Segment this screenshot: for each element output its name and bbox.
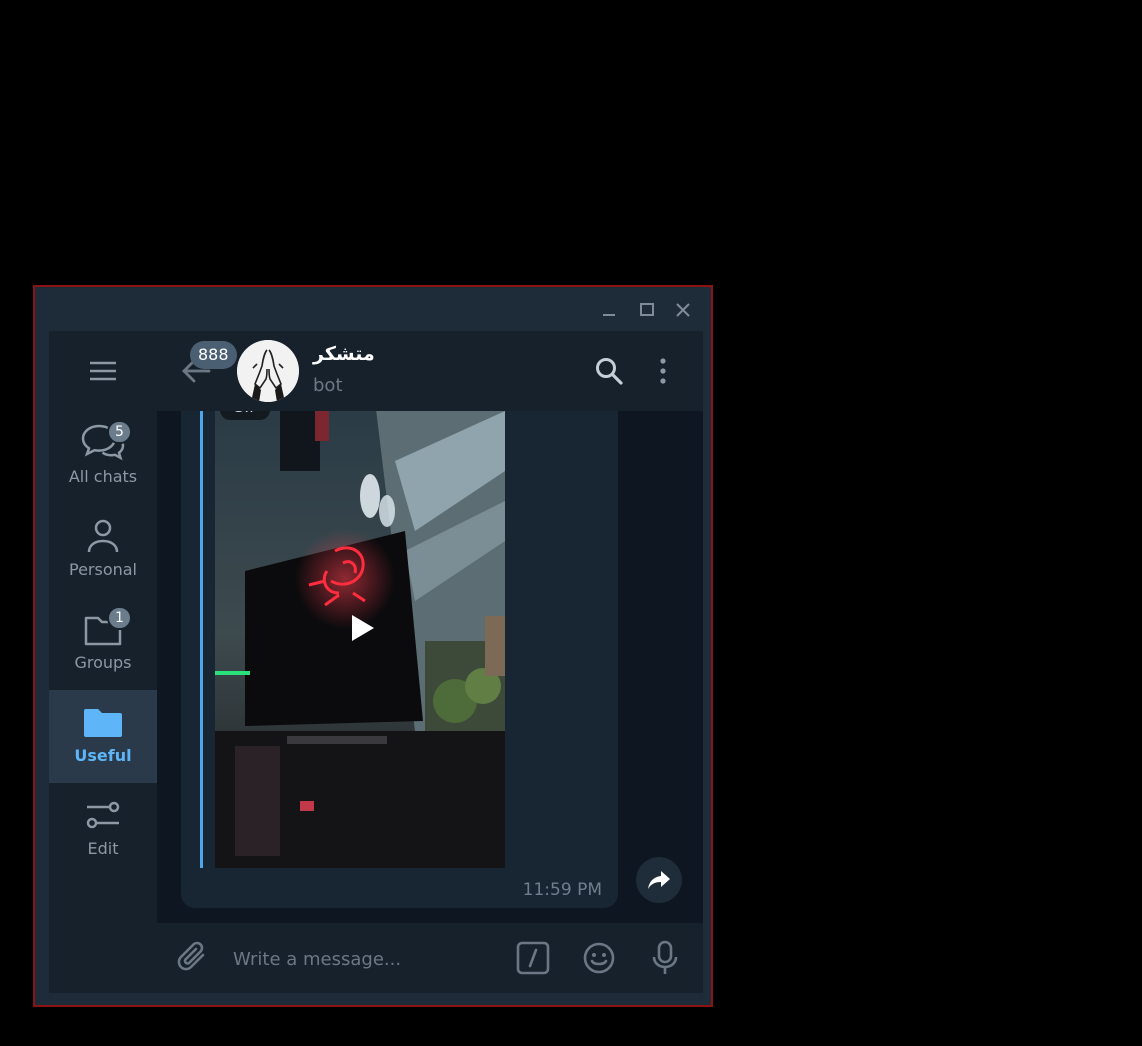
message-input[interactable] <box>231 941 495 977</box>
chat-subtitle: bot <box>313 375 343 396</box>
maximize-icon[interactable] <box>637 301 657 319</box>
folder-filled-icon <box>49 702 157 742</box>
microphone-icon[interactable] <box>645 938 685 978</box>
folder-label: Personal <box>68 560 137 579</box>
folder-label: All chats <box>68 467 138 486</box>
gif-media[interactable]: GIF <box>215 411 505 868</box>
telegram-app: 5 All chats Personal 1 Groups Useful Edi… <box>49 331 703 993</box>
unread-badge: 5 <box>107 420 132 444</box>
avatar[interactable] <box>237 340 299 402</box>
chats-icon <box>49 423 157 463</box>
quote-bar <box>200 411 203 868</box>
close-icon[interactable] <box>673 301 693 319</box>
app-window: 5 All chats Personal 1 Groups Useful Edi… <box>33 285 713 1007</box>
praying-hands-icon <box>237 340 299 402</box>
folder-edit[interactable]: Edit <box>49 783 157 876</box>
hamburger-icon[interactable] <box>49 331 157 411</box>
bot-commands-icon[interactable] <box>513 938 553 978</box>
message-time: 11:59 PM <box>522 880 602 900</box>
more-options-icon[interactable] <box>645 353 681 389</box>
emoji-icon[interactable] <box>579 938 619 978</box>
folder-icon <box>49 609 157 649</box>
minimize-icon[interactable] <box>599 301 619 319</box>
gif-label: GIF <box>220 411 271 420</box>
unread-count-badge: 888 <box>190 341 237 369</box>
folder-all-chats[interactable]: 5 All chats <box>49 411 157 504</box>
folder-label: Groups <box>74 653 132 672</box>
chat-header: 888 متشکر bot <box>157 331 703 411</box>
play-icon[interactable] <box>341 607 383 649</box>
search-icon[interactable] <box>591 353 627 389</box>
folder-groups[interactable]: 1 Groups <box>49 597 157 690</box>
title-bar <box>35 287 711 331</box>
sliders-icon <box>49 795 157 835</box>
folder-sidebar: 5 All chats Personal 1 Groups Useful Edi… <box>49 331 157 993</box>
message-bubble[interactable]: GIF 11:59 PM <box>181 411 618 908</box>
forward-icon[interactable] <box>636 857 682 903</box>
message-list[interactable]: GIF 11:59 PM <box>157 411 703 923</box>
folder-useful[interactable]: Useful <box>49 690 157 783</box>
person-icon <box>49 516 157 556</box>
folder-label: Useful <box>74 746 132 765</box>
unread-badge: 1 <box>107 606 132 630</box>
attach-icon[interactable] <box>173 938 213 978</box>
chat-title[interactable]: متشکر <box>313 343 375 365</box>
folder-label: Edit <box>87 839 119 858</box>
folder-personal[interactable]: Personal <box>49 504 157 597</box>
message-composer <box>157 923 703 993</box>
